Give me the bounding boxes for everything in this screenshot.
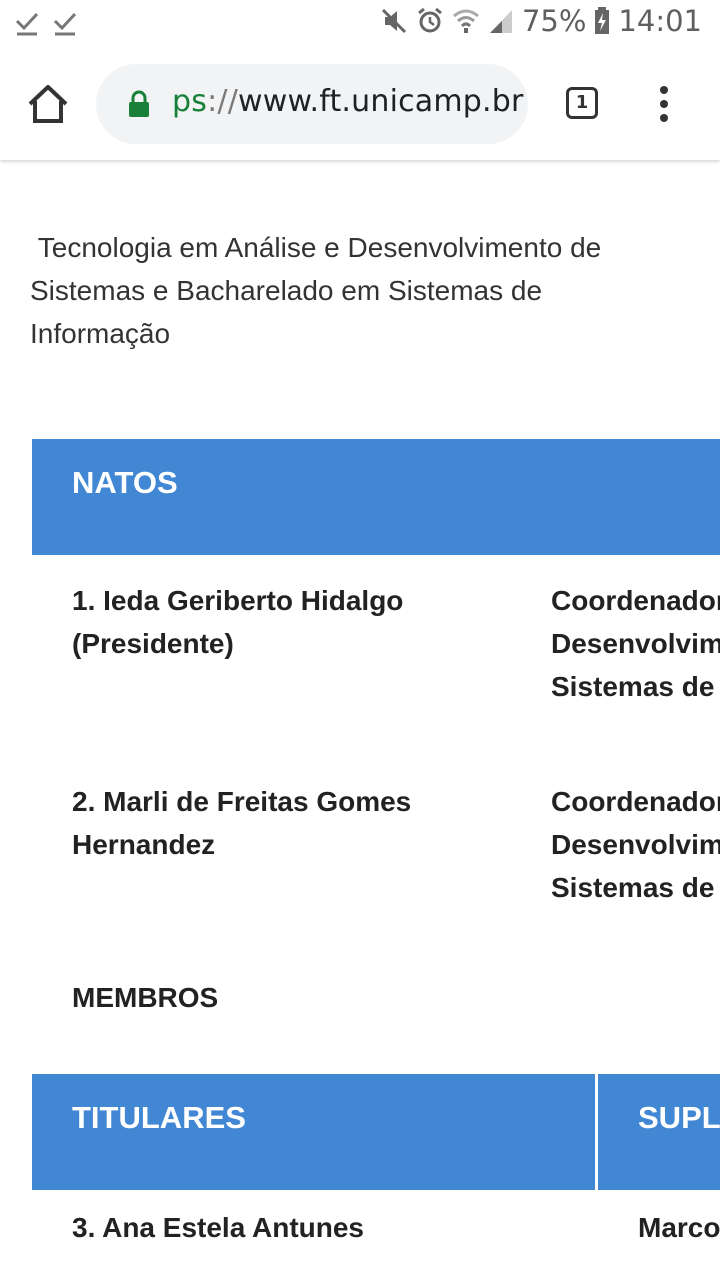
url-host: www.ft.unicamp.br — [238, 84, 524, 119]
overflow-menu-icon[interactable] — [654, 86, 674, 122]
page-content: Tecnologia em Análise e Desenvolvimento … — [0, 160, 720, 1280]
notification-icons — [14, 8, 78, 38]
home-icon[interactable] — [26, 82, 70, 126]
natos-member-role: Coordenador Desenvolvim Sistemas de I — [551, 780, 720, 909]
tab-count: 1 — [575, 92, 589, 113]
download-done-icon — [15, 12, 39, 36]
battery-charging-icon — [595, 7, 610, 34]
natos-header-label: NATOS — [72, 465, 178, 500]
role-line: Desenvolvim — [551, 628, 720, 659]
natos-member-name: 1. Ieda Geriberto Hidalgo (Presidente) — [72, 585, 404, 659]
lock-icon — [129, 90, 149, 117]
natos-header: NATOS — [32, 439, 720, 555]
course-title: Tecnologia em Análise e Desenvolvimento … — [30, 232, 610, 349]
natos-member-name: 2. Marli de Freitas Gomes Hernandez — [72, 786, 412, 860]
role-line: Coordenador — [551, 585, 720, 616]
download-done-icon — [53, 12, 77, 36]
signal-icon — [489, 10, 512, 33]
battery-percent: 75% — [521, 4, 587, 38]
tab-switcher-button[interactable]: 1 — [566, 87, 598, 119]
browser-toolbar: ps://www.ft.unicamp.br 1 — [0, 50, 720, 160]
members-table-header: TITULARES SUPLI — [32, 1074, 720, 1190]
natos-member-role: Coordenador Desenvolvim Sistemas de I — [551, 579, 720, 708]
role-line: Sistemas de I — [551, 671, 720, 702]
column-divider — [595, 1074, 598, 1190]
suplente-name: Marco — [638, 1212, 720, 1243]
mute-icon — [381, 8, 407, 34]
url-separator: :// — [207, 84, 239, 119]
membros-label: MEMBROS — [72, 982, 219, 1013]
url-scheme: ps — [172, 84, 208, 119]
clock: 14:01 — [618, 4, 702, 38]
wifi-icon — [452, 9, 479, 33]
role-line: Desenvolvim — [551, 829, 720, 860]
system-status: 75% 14:01 — [380, 4, 702, 38]
address-bar[interactable]: ps://www.ft.unicamp.br — [96, 64, 528, 144]
titular-name: 3. Ana Estela Antunes — [72, 1212, 365, 1243]
role-line: Coordenador — [551, 786, 720, 817]
col-titulares: TITULARES — [72, 1100, 246, 1135]
role-line: Sistemas de I — [551, 872, 720, 903]
col-suplentes: SUPLI — [638, 1100, 720, 1135]
url-text[interactable]: ps://www.ft.unicamp.br — [172, 84, 524, 119]
alarm-icon — [418, 7, 442, 33]
status-bar: 75% 14:01 — [0, 0, 720, 50]
